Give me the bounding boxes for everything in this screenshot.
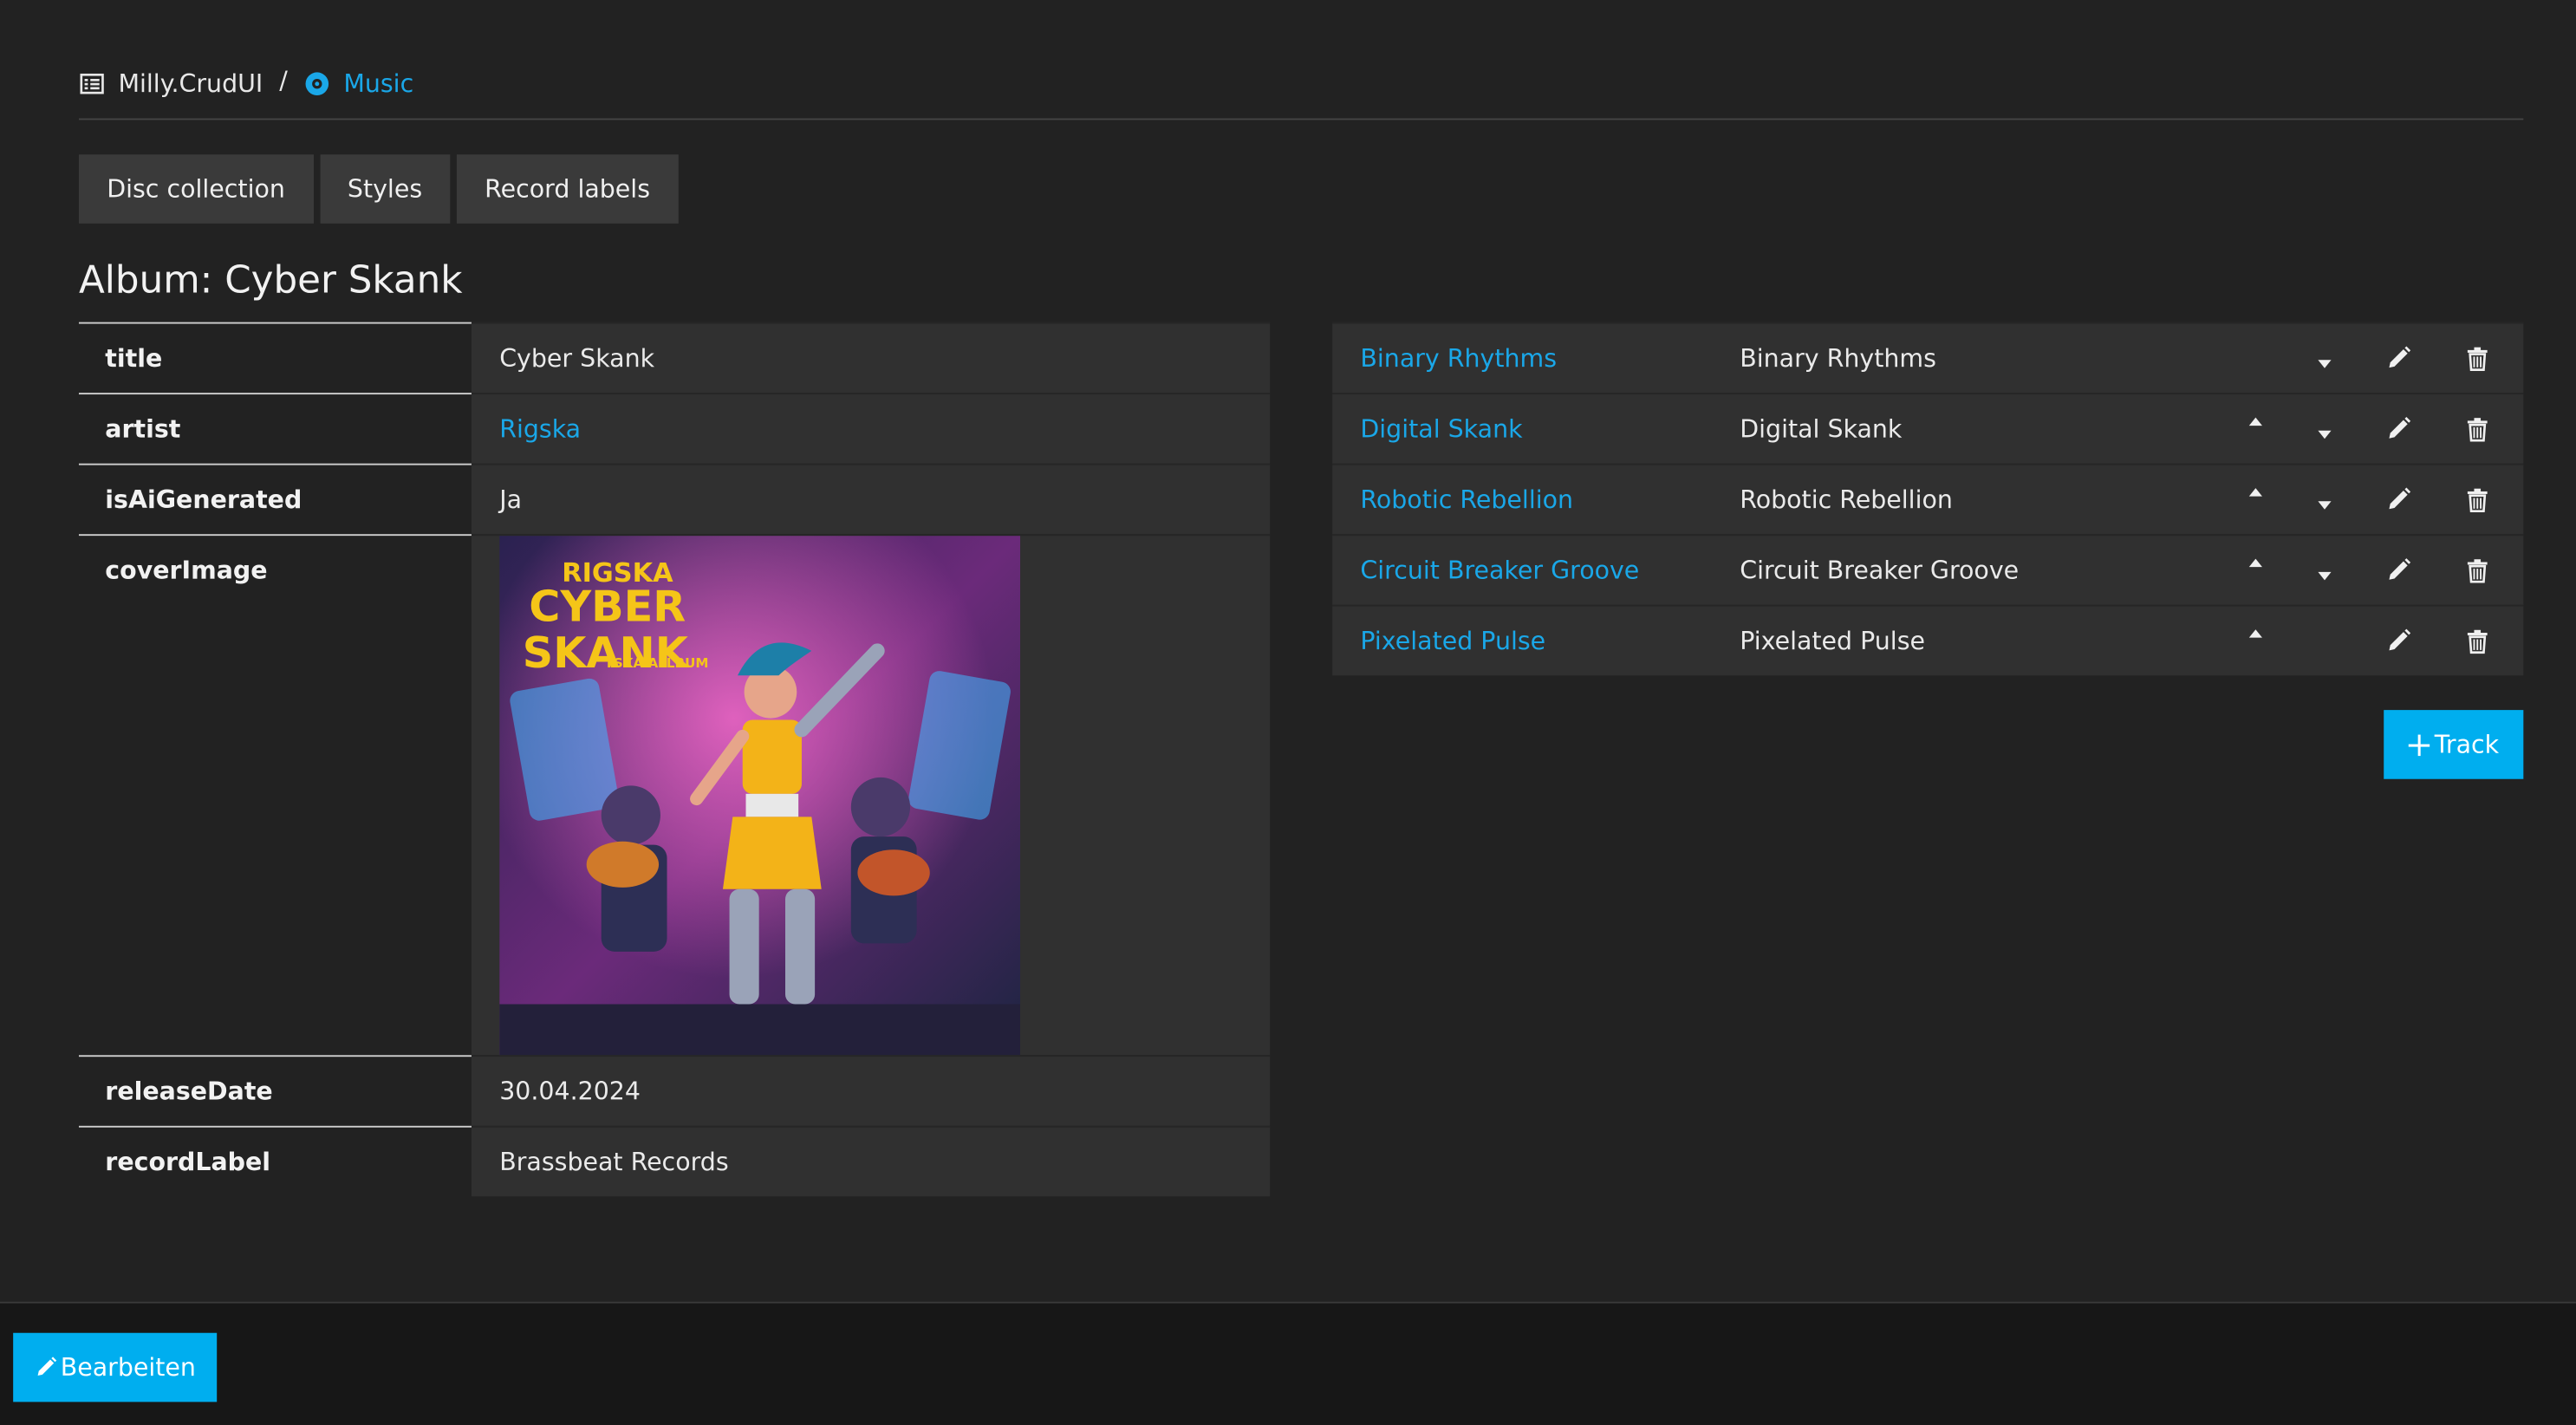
trash-icon — [2466, 417, 2489, 441]
caret-down-icon — [2317, 567, 2333, 583]
property-key: title — [78, 322, 472, 394]
artist-link[interactable]: Rigska — [499, 414, 581, 444]
pencil-icon — [2385, 557, 2411, 583]
delete-track-button[interactable] — [2438, 394, 2517, 465]
property-value: Ja — [471, 463, 1271, 535]
pencil-icon — [34, 1356, 57, 1379]
property-value: Brassbeat Records — [471, 1125, 1271, 1197]
property-value-cell: Rigska — [471, 393, 1271, 464]
pencil-icon — [2385, 486, 2411, 512]
property-key: recordLabel — [78, 1125, 472, 1197]
caret-up-icon — [2247, 626, 2264, 642]
track-row: Digital Skank Digital Skank — [1332, 393, 2524, 465]
property-value: Cyber Skank — [471, 322, 1271, 394]
footer-bar: Bearbeiten — [0, 1301, 2576, 1425]
delete-track-button[interactable] — [2438, 535, 2517, 606]
property-row-record-label: recordLabel Brassbeat Records — [78, 1125, 1271, 1197]
track-link[interactable]: Pixelated Pulse — [1332, 626, 1712, 655]
breadcrumb-root-label: Milly.CrudUI — [118, 68, 263, 99]
cover-image: RIGSKA CYBER SKANK TSKA ALLBUM — [499, 536, 1021, 1057]
property-row-release-date: releaseDate 30.04.2024 — [78, 1055, 1271, 1126]
property-row-is-ai-generated: isAiGenerated Ja — [78, 463, 1271, 535]
move-down-button[interactable] — [2290, 323, 2359, 394]
edit-track-button[interactable] — [2359, 323, 2438, 394]
track-row: Binary Rhythms Binary Rhythms — [1332, 322, 2524, 394]
caret-down-icon — [2317, 497, 2333, 513]
trash-icon — [2466, 628, 2489, 654]
cover-art-text: TSKA ALLBUM — [605, 655, 709, 671]
add-track-button[interactable]: Track — [2384, 710, 2524, 779]
empty-action-slot — [2221, 323, 2291, 394]
delete-track-button[interactable] — [2438, 606, 2517, 677]
move-up-button[interactable] — [2221, 606, 2291, 677]
track-row: Robotic Rebellion Robotic Rebellion — [1332, 463, 2524, 536]
list-icon — [79, 71, 105, 97]
breadcrumb: Milly.CrudUI / Music — [78, 65, 2524, 120]
album-properties: title Cyber Skank artist Rigska isAiGene… — [78, 322, 1271, 1197]
property-key: coverImage — [78, 534, 472, 1055]
move-down-button[interactable] — [2290, 394, 2359, 465]
delete-track-button[interactable] — [2438, 323, 2517, 394]
page: Milly.CrudUI / Music Disc collection Sty… — [0, 0, 2576, 1425]
pencil-icon — [2385, 628, 2411, 654]
move-up-button[interactable] — [2221, 394, 2291, 465]
edit-track-button[interactable] — [2359, 606, 2438, 677]
pencil-icon — [2385, 345, 2411, 371]
edit-track-button[interactable] — [2359, 465, 2438, 536]
move-down-button[interactable] — [2290, 465, 2359, 536]
pencil-icon — [2385, 416, 2411, 442]
disc-icon — [304, 71, 330, 97]
delete-track-button[interactable] — [2438, 465, 2517, 536]
breadcrumb-separator: / — [279, 65, 288, 95]
track-name: Binary Rhythms — [1740, 343, 1936, 374]
property-key: releaseDate — [78, 1055, 472, 1126]
property-row-title: title Cyber Skank — [78, 322, 1271, 394]
property-value: 30.04.2024 — [471, 1055, 1271, 1126]
edit-track-button[interactable] — [2359, 394, 2438, 465]
edit-track-button[interactable] — [2359, 535, 2438, 606]
trash-icon — [2466, 487, 2489, 512]
move-up-button[interactable] — [2221, 465, 2291, 536]
track-link[interactable]: Binary Rhythms — [1332, 343, 1712, 373]
track-row: Pixelated Pulse Pixelated Pulse — [1332, 604, 2524, 677]
tab-record-labels[interactable]: Record labels — [456, 154, 679, 224]
property-key: artist — [78, 393, 472, 464]
property-value-cell: RIGSKA CYBER SKANK TSKA ALLBUM — [471, 534, 1271, 1057]
property-row-artist: artist Rigska — [78, 393, 1271, 464]
track-name: Digital Skank — [1740, 413, 1903, 444]
breadcrumb-current[interactable]: Music — [304, 66, 413, 102]
caret-up-icon — [2247, 485, 2264, 501]
property-key: isAiGenerated — [78, 463, 472, 535]
edit-label: Bearbeiten — [60, 1352, 196, 1383]
track-list: Binary Rhythms Binary Rhythms Digital Skan… — [1332, 322, 2524, 677]
property-row-cover-image: coverImage RIGSKA CYBER SKANK TSKA ALLBU… — [78, 534, 1271, 1057]
caret-up-icon — [2247, 556, 2264, 572]
move-up-button[interactable] — [2221, 535, 2291, 606]
breadcrumb-root[interactable]: Milly.CrudUI — [79, 66, 263, 102]
breadcrumb-current-label: Music — [343, 68, 414, 99]
track-name: Pixelated Pulse — [1740, 626, 1926, 656]
cover-art-text: CYBER — [529, 582, 686, 632]
track-link[interactable]: Circuit Breaker Groove — [1332, 556, 1712, 585]
trash-icon — [2466, 346, 2489, 371]
caret-up-icon — [2247, 414, 2264, 431]
caret-down-icon — [2317, 426, 2333, 442]
trash-icon — [2466, 558, 2489, 582]
plus-icon — [2408, 733, 2430, 756]
caret-down-icon — [2317, 355, 2333, 372]
tab-disc-collection[interactable]: Disc collection — [78, 154, 314, 224]
add-track-label: Track — [2434, 729, 2500, 759]
empty-action-slot — [2290, 606, 2359, 677]
track-name: Circuit Breaker Groove — [1740, 555, 2020, 586]
track-link[interactable]: Digital Skank — [1332, 414, 1712, 444]
tab-bar: Disc collection Styles Record labels — [78, 154, 679, 224]
move-down-button[interactable] — [2290, 535, 2359, 606]
track-link[interactable]: Robotic Rebellion — [1332, 485, 1712, 514]
track-row: Circuit Breaker Groove Circuit Breaker Gr… — [1332, 534, 2524, 606]
page-title: Album: Cyber Skank — [78, 259, 463, 303]
track-name: Robotic Rebellion — [1740, 485, 1953, 515]
edit-button[interactable]: Bearbeiten — [13, 1332, 218, 1402]
tab-styles[interactable]: Styles — [319, 154, 451, 224]
